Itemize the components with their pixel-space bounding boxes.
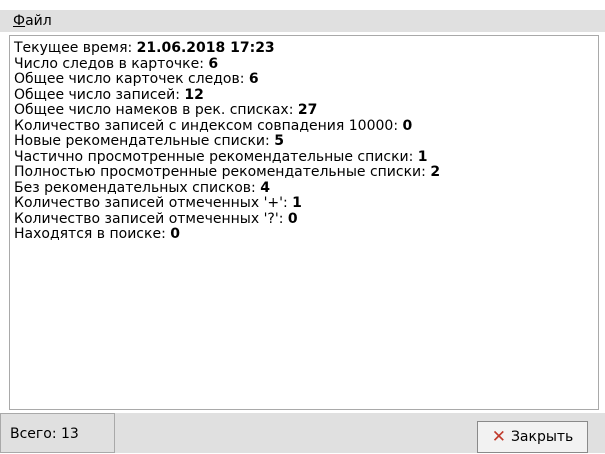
stat-label: Число следов в карточке: <box>14 55 209 72</box>
stat-line: Текущее время: 21.06.2018 17:23 <box>14 40 594 57</box>
stat-value: 27 <box>297 102 318 118</box>
stat-value: 4 <box>260 179 270 196</box>
stat-value: 0 <box>287 210 298 227</box>
stat-label: Частично просмотренные рекомендательные … <box>14 148 418 165</box>
stat-line: Общее число намеков в рек. списках: 27 <box>14 102 594 119</box>
stat-line: Общее число записей: 12 <box>14 86 594 104</box>
stat-value: 1 <box>417 148 428 165</box>
stat-label: Общее число намеков в рек. списках: <box>14 102 298 118</box>
stat-line: Количество записей отмеченных '?': 0 <box>14 210 594 228</box>
stat-label: Новые рекомендательные списки: <box>14 133 275 149</box>
close-icon: ✕ <box>491 426 506 447</box>
statistics-panel: Текущее время: 21.06.2018 17:23 Число сл… <box>9 35 599 410</box>
stat-line: Общее число карточек следов: 6 <box>14 71 594 88</box>
stat-value: 2 <box>430 164 441 180</box>
stat-line: Новые рекомендательные списки: 5 <box>14 133 594 150</box>
stat-value: 0 <box>170 226 180 242</box>
stat-value: 6 <box>248 71 259 87</box>
stat-label: Без рекомендательных списков: <box>14 179 261 196</box>
stat-value: 0 <box>402 117 413 134</box>
stat-value: 12 <box>184 86 204 103</box>
stat-label: Общее число карточек следов: <box>14 71 249 87</box>
stat-label: Полностью просмотренные рекомендательные… <box>14 164 431 180</box>
menu-file-mnemonic: Ф <box>13 13 26 29</box>
total-count: Всего: 13 <box>0 413 115 453</box>
stat-line: Число следов в карточке: 6 <box>14 55 594 73</box>
close-button-label: Закрыть <box>510 429 574 445</box>
stat-line: Находятся в поиске: 0 <box>14 226 594 243</box>
status-bar: Всего: 13 ✕ Закрыть <box>0 413 605 453</box>
stat-value: 6 <box>208 55 219 72</box>
menu-bar: Файл <box>0 0 605 34</box>
menu-file-label: айл <box>25 13 52 29</box>
stat-label: Текущее время: <box>14 40 137 56</box>
stat-line: Без рекомендательных списков: 4 <box>14 179 594 197</box>
stat-label: Количество записей отмеченных '+': <box>14 195 293 211</box>
stat-line: Количество записей отмеченных '+': 1 <box>14 195 594 212</box>
stat-line: Частично просмотренные рекомендательные … <box>14 148 594 166</box>
close-button[interactable]: ✕ Закрыть <box>477 421 588 453</box>
stat-line: Полностью просмотренные рекомендательные… <box>14 164 594 181</box>
stat-value: 5 <box>274 133 284 149</box>
stat-value: 21.06.2018 17:23 <box>136 40 275 56</box>
stat-value: 1 <box>292 195 302 211</box>
stat-label: Количество записей с индексом совпадения… <box>14 117 403 134</box>
stat-line: Количество записей с индексом совпадения… <box>14 117 594 135</box>
stat-label: Общее число записей: <box>14 86 185 103</box>
stat-label: Находятся в поиске: <box>14 226 171 242</box>
menu-file[interactable]: Файл <box>0 10 605 32</box>
stat-label: Количество записей отмеченных '?': <box>14 210 288 227</box>
